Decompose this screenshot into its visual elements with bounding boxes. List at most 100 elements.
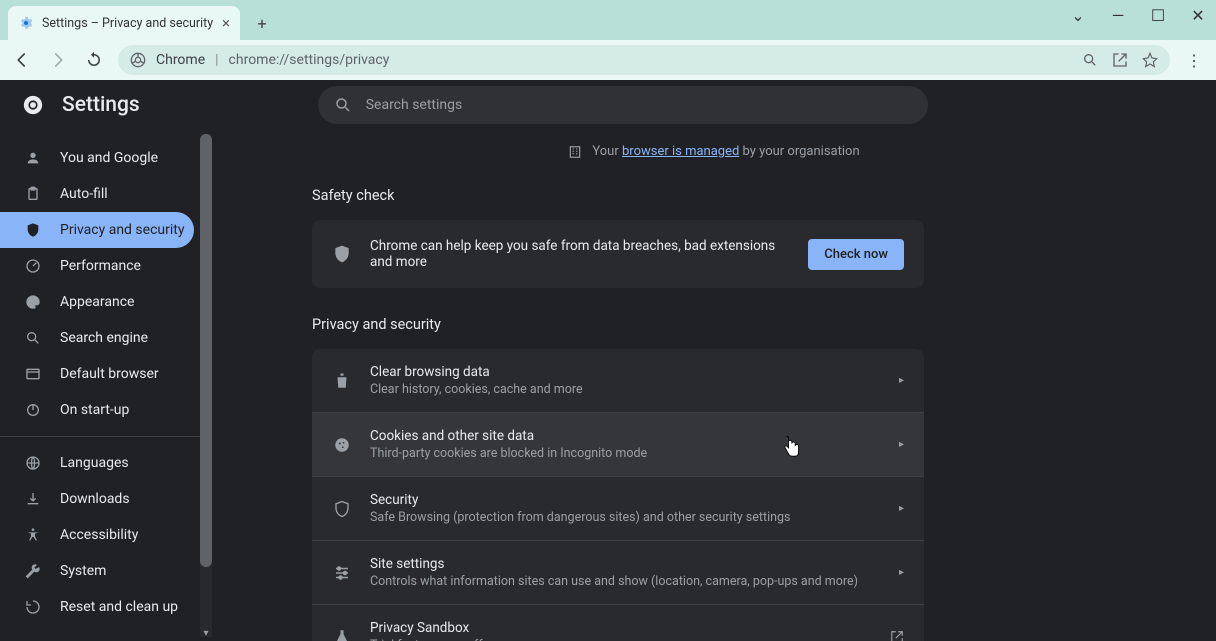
forward-button[interactable] [46,48,70,72]
sidebar-item-system[interactable]: System [0,553,212,589]
search-icon [334,96,352,114]
sidebar-item-label: Auto-fill [60,186,108,202]
speedometer-icon [24,258,42,274]
managed-banner: Your browser is managed by your organisa… [212,130,1216,177]
row-title: Security [370,492,881,508]
row-security[interactable]: Security Safe Browsing (protection from d… [312,476,924,540]
content: Your browser is managed by your organisa… [212,130,1216,641]
sidebar-item-label: Downloads [60,491,130,507]
browser-tab[interactable]: Settings – Privacy and security × [8,6,240,40]
maximize-icon[interactable]: ☐ [1148,6,1168,25]
cookie-icon [332,436,352,454]
sidebar-item-label: You and Google [60,150,158,166]
download-icon [24,491,42,507]
safety-check-title: Safety check [312,187,924,204]
sidebar-item-accessibility[interactable]: Accessibility [0,517,212,553]
chevron-right-icon: ▸ [899,375,904,386]
sidebar-item-appearance[interactable]: Appearance [0,284,212,320]
trash-icon [332,372,352,390]
row-title: Site settings [370,556,881,572]
row-site-settings[interactable]: Site settings Controls what information s… [312,540,924,604]
row-subtitle: Third-party cookies are blocked in Incog… [370,446,881,461]
sidebar-item-downloads[interactable]: Downloads [0,481,212,517]
row-title: Privacy Sandbox [370,620,872,636]
banner-prefix: Your [592,144,622,159]
sidebar-item-label: Reset and clean up [60,599,178,615]
sidebar-item-label: Performance [60,258,141,274]
reload-button[interactable] [82,48,106,72]
new-tab-button[interactable]: + [248,9,276,37]
safety-check-card: Chrome can help keep you safe from data … [312,220,924,288]
chevron-right-icon: ▸ [899,567,904,578]
sidebar-item-search-engine[interactable]: Search engine [0,320,212,356]
sidebar-item-autofill[interactable]: Auto-fill [0,176,212,212]
sidebar-item-languages[interactable]: Languages [0,445,212,481]
external-link-icon [890,630,904,641]
palette-icon [24,294,42,310]
address-bar[interactable]: Chrome | chrome://settings/privacy [118,45,1170,75]
sidebar-item-label: Default browser [60,366,159,382]
building-icon [568,145,582,159]
sidebar-item-label: Search engine [60,330,148,346]
window-icon [24,366,42,382]
chevron-down-icon[interactable]: ⌄ [1068,6,1088,25]
share-icon[interactable] [1112,52,1128,68]
minimize-icon[interactable]: — [1108,6,1128,25]
sidebar-item-performance[interactable]: Performance [0,248,212,284]
row-subtitle: Safe Browsing (protection from dangerous… [370,510,881,525]
shield-icon [332,244,352,264]
app-header: Settings [0,80,1216,130]
row-subtitle: Clear history, cookies, cache and more [370,382,881,397]
wrench-icon [24,563,42,579]
sidebar-item-label: Languages [60,455,129,471]
person-icon [24,150,42,166]
row-subtitle: Controls what information sites can use … [370,574,881,589]
chrome-logo-icon [22,94,44,116]
row-cookies[interactable]: Cookies and other site dataThird-party c… [312,412,924,476]
globe-icon [24,455,42,471]
sidebar-item-label: Privacy and security [60,222,184,238]
close-window-icon[interactable]: ✕ [1188,6,1208,25]
sidebar-item-label: Appearance [60,294,134,310]
sidebar-item-you-and-google[interactable]: You and Google [0,140,212,176]
clipboard-icon [24,186,42,202]
browser-toolbar: Chrome | chrome://settings/privacy ⋮ [0,40,1216,80]
close-icon[interactable]: × [222,14,230,32]
sidebar-item-default-browser[interactable]: Default browser [0,356,212,392]
back-button[interactable] [10,48,34,72]
search-box[interactable] [318,86,928,124]
managed-link[interactable]: browser is managed [622,144,739,159]
privacy-card: Clear browsing data Clear history, cookie… [312,349,924,641]
sliders-icon [332,564,352,582]
row-clear-browsing-data[interactable]: Clear browsing data Clear history, cookie… [312,349,924,412]
sidebar: You and Google Auto-fill Privacy and sec… [0,130,212,641]
banner-suffix: by your organisation [739,144,859,159]
privacy-section-title: Privacy and security [312,316,924,333]
star-icon[interactable] [1142,52,1158,68]
gear-icon [18,15,34,31]
power-icon [24,402,42,418]
shield-icon [24,222,42,238]
chrome-icon [130,52,146,68]
sidebar-separator [0,436,212,437]
sidebar-item-label: Accessibility [60,527,138,543]
overflow-menu-button[interactable]: ⋮ [1182,51,1206,70]
row-privacy-sandbox[interactable]: Privacy SandboxTrial features are off [312,604,924,641]
row-title: Clear browsing data [370,364,881,380]
search-input[interactable] [366,97,912,113]
zoom-icon[interactable] [1082,52,1098,68]
flask-icon [332,628,352,641]
chevron-right-icon: ▸ [899,503,904,514]
sidebar-item-label: System [60,563,106,579]
address-label: Chrome [156,52,205,68]
sidebar-scrollbar[interactable]: ▾ [200,134,212,637]
sidebar-item-privacy[interactable]: Privacy and security [0,212,194,248]
tab-strip: Settings – Privacy and security × + ⌄ — … [0,0,1216,40]
sidebar-item-startup[interactable]: On start-up [0,392,212,428]
accessibility-icon [24,527,42,543]
chevron-right-icon: ▸ [899,439,904,450]
tab-title: Settings – Privacy and security [42,16,213,31]
check-now-button[interactable]: Check now [808,239,904,270]
sidebar-item-reset[interactable]: Reset and clean up [0,589,212,625]
window-controls: ⌄ — ☐ ✕ [1068,6,1208,25]
